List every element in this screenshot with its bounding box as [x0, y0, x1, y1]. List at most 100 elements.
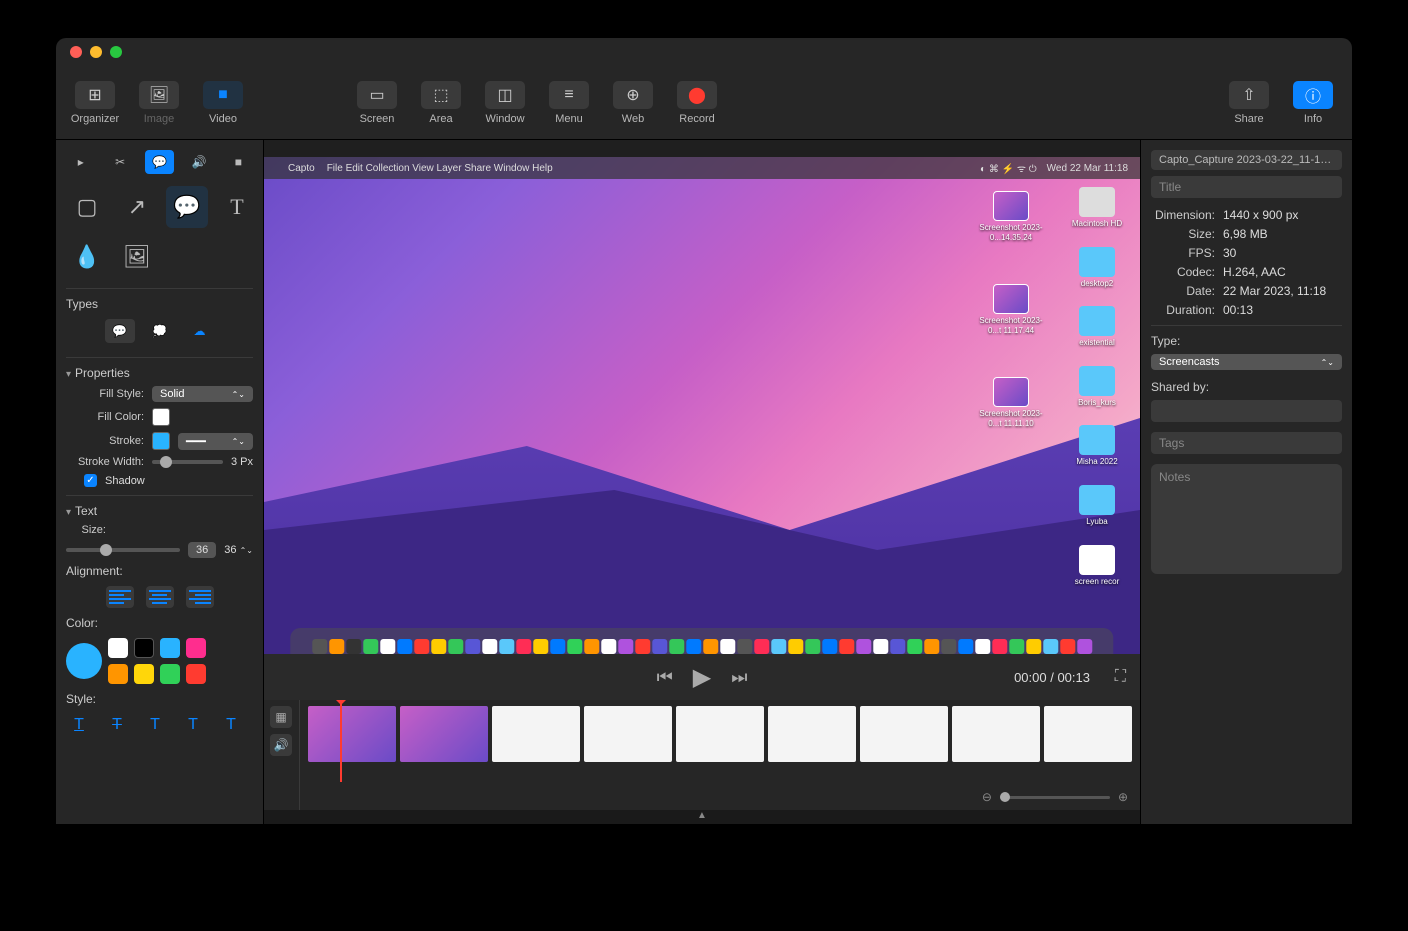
shadow-label: Shadow — [105, 475, 145, 487]
color-swatch-7[interactable] — [186, 664, 206, 684]
tool-text[interactable]: T — [216, 186, 258, 228]
forward-button[interactable]: ⏭ — [731, 667, 747, 688]
stroke-width-label: Stroke Width: — [66, 456, 144, 468]
filename-field[interactable]: Capto_Capture 2023-03-22_11-18-5 — [1151, 150, 1342, 170]
action-share[interactable]: ⇧Share — [1220, 81, 1278, 125]
color-swatch-1[interactable] — [134, 638, 154, 658]
fill-style-select[interactable]: Solid⌃⌄ — [152, 386, 253, 402]
style-outline[interactable]: T — [218, 714, 244, 736]
preview-desktop: Capto File Edit Collection View Layer Sh… — [264, 157, 1140, 654]
notes-input[interactable]: Notes — [1151, 464, 1342, 574]
shadow-checkbox[interactable]: ✓ — [84, 474, 97, 487]
types-label: Types — [66, 297, 253, 311]
tab-video[interactable]: ■Video — [194, 81, 252, 125]
stroke-color-swatch[interactable] — [152, 432, 170, 450]
stroke-label: Stroke: — [66, 435, 144, 447]
capture-record[interactable]: ⬤Record — [668, 81, 726, 125]
tab-image[interactable]: 🖼Image — [130, 81, 188, 125]
mode-video-icon[interactable]: ▸ — [66, 150, 95, 174]
toolbar-label: Video — [209, 113, 237, 125]
style-strikethrough[interactable]: T — [104, 714, 130, 736]
callout-type-thought[interactable]: ☁ — [185, 319, 215, 343]
tool-blur[interactable]: 💧 — [66, 236, 108, 278]
timeline-frame[interactable] — [952, 706, 1040, 762]
toolbar-label: Area — [429, 113, 452, 125]
timeline-frame[interactable] — [308, 706, 396, 762]
text-size-display: 36 ⌃⌄ — [224, 544, 253, 556]
minimize-window-button[interactable] — [90, 46, 102, 58]
stroke-style-select[interactable]: ━━━⌃⌄ — [178, 433, 253, 450]
title-input[interactable]: Title — [1151, 176, 1342, 198]
color-swatch-3[interactable] — [186, 638, 206, 658]
desktop-icon: Macintosh HD — [1062, 187, 1132, 229]
tool-image[interactable]: 🖼 — [116, 236, 158, 278]
mode-audio-icon[interactable]: 🔊 — [184, 150, 213, 174]
timeline-frame[interactable] — [400, 706, 488, 762]
info-panel: Capto_Capture 2023-03-22_11-18-5 Title D… — [1140, 140, 1352, 824]
area-icon: ⬚ — [421, 81, 461, 109]
timeline-frame[interactable] — [860, 706, 948, 762]
stroke-width-slider[interactable] — [152, 460, 223, 464]
close-window-button[interactable] — [70, 46, 82, 58]
timeline-frame[interactable] — [584, 706, 672, 762]
align-left-button[interactable] — [106, 586, 134, 608]
color-current[interactable] — [66, 643, 102, 679]
timeline-audio-track-button[interactable]: 🔊 — [270, 734, 292, 756]
mode-cut-icon[interactable]: ✂ — [105, 150, 134, 174]
color-swatch-2[interactable] — [160, 638, 180, 658]
playhead[interactable] — [340, 700, 342, 782]
align-center-button[interactable] — [146, 586, 174, 608]
capture-web[interactable]: ⊕Web — [604, 81, 662, 125]
type-label: Type: — [1151, 334, 1342, 348]
timeline: ▦ 🔊 ⊖ ⊕ — [264, 700, 1140, 810]
capture-menu[interactable]: ≡Menu — [540, 81, 598, 125]
fill-color-swatch[interactable] — [152, 408, 170, 426]
capture-window[interactable]: ◫Window — [476, 81, 534, 125]
video-preview[interactable]: Capto File Edit Collection View Layer Sh… — [264, 140, 1140, 654]
timeline-frame[interactable] — [1044, 706, 1132, 762]
timeline-frame[interactable] — [492, 706, 580, 762]
timeline-frame[interactable] — [676, 706, 764, 762]
action-info[interactable]: ⓘInfo — [1284, 81, 1342, 125]
color-swatch-6[interactable] — [160, 664, 180, 684]
zoom-in-icon[interactable]: ⊕ — [1118, 790, 1128, 804]
style-shadow[interactable]: T — [180, 714, 206, 736]
style-underline[interactable]: T — [66, 714, 92, 736]
image-icon: 🖼 — [139, 81, 179, 109]
mode-camera-icon[interactable]: ■ — [224, 150, 253, 174]
callout-type-round[interactable]: 💭 — [145, 319, 175, 343]
tags-input[interactable]: Tags — [1151, 432, 1342, 454]
rewind-button[interactable]: ⏮ — [657, 667, 673, 688]
timeline-expander[interactable]: ▲ — [264, 810, 1140, 824]
zoom-out-icon[interactable]: ⊖ — [982, 790, 992, 804]
capture-area[interactable]: ⬚ Area — [412, 81, 470, 125]
type-select[interactable]: Screencasts⌃⌄ — [1151, 354, 1342, 370]
zoom-window-button[interactable] — [110, 46, 122, 58]
tool-arrow[interactable]: ↗ — [116, 186, 158, 228]
timeline-zoom-slider[interactable] — [1000, 796, 1110, 799]
style-label: Style: — [66, 692, 253, 706]
color-swatch-5[interactable] — [134, 664, 154, 684]
align-right-button[interactable] — [186, 586, 214, 608]
play-button[interactable]: ▶ — [693, 663, 711, 692]
tool-rect[interactable]: ▢ — [66, 186, 108, 228]
stroke-width-value: 3 Px — [231, 456, 253, 468]
tool-callout[interactable]: 💬 — [166, 186, 208, 228]
callout-type-square[interactable]: 💬 — [105, 319, 135, 343]
capture-screen[interactable]: ▭Screen — [348, 81, 406, 125]
toolbar-label: Record — [679, 113, 714, 125]
tab-organizer[interactable]: ⊞Organizer — [66, 81, 124, 125]
text-size-slider[interactable] — [66, 548, 180, 552]
titlebar — [56, 38, 1352, 66]
center-area: Capto File Edit Collection View Layer Sh… — [264, 140, 1140, 824]
mode-annotate-icon[interactable]: 💬 — [145, 150, 174, 174]
color-swatch-0[interactable] — [108, 638, 128, 658]
fill-style-label: Fill Style: — [66, 388, 144, 400]
fullscreen-button[interactable]: ⛶ — [1115, 668, 1126, 686]
style-plain[interactable]: T — [142, 714, 168, 736]
timeline-video-track-button[interactable]: ▦ — [270, 706, 292, 728]
toolbar-label: Window — [485, 113, 524, 125]
app-window: ⊞Organizer🖼Image■Video ▭Screen⬚Area◫Wind… — [56, 38, 1352, 824]
color-swatch-4[interactable] — [108, 664, 128, 684]
timeline-frame[interactable] — [768, 706, 856, 762]
